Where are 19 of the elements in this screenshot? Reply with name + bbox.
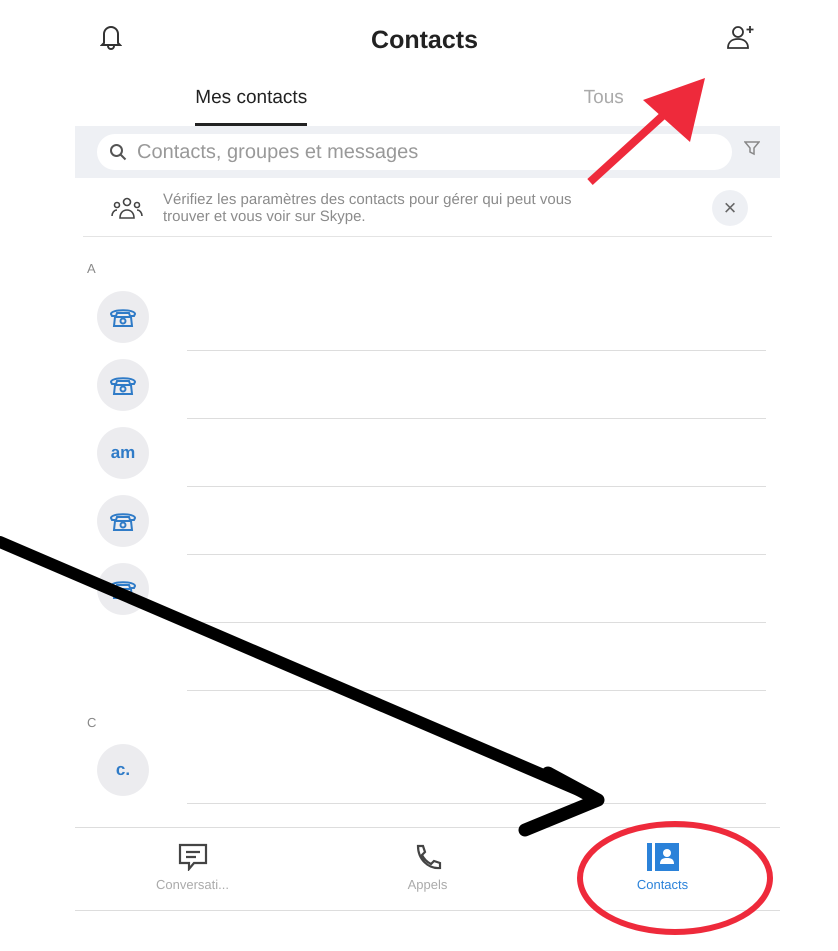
contact-book-icon	[646, 843, 678, 872]
people-icon	[111, 196, 143, 220]
nav-tab[interactable]: Contacts	[545, 828, 780, 910]
add-person-icon	[727, 24, 755, 50]
filter-icon	[744, 140, 760, 156]
page-title: Contacts	[371, 25, 478, 56]
avatar: c.	[97, 744, 149, 796]
search-field[interactable]: Contacts, groupes et messages	[97, 134, 732, 170]
bell-icon	[100, 24, 122, 50]
chat-icon	[178, 843, 208, 872]
banner-text: Vérifiez les paramètres des contacts pour gérer qui peut vous trouver et vous voir sur Skype.	[163, 190, 573, 226]
nav-tab[interactable]: Appels	[310, 828, 545, 910]
nav-tab[interactable]: Conversati...	[75, 828, 310, 910]
section-letter: C	[86, 714, 98, 732]
close-button[interactable]: ×	[712, 190, 748, 226]
search-icon	[109, 143, 127, 161]
section-letter: A	[86, 260, 97, 278]
tab[interactable]: Tous	[584, 82, 624, 126]
avatar: am	[97, 426, 149, 478]
